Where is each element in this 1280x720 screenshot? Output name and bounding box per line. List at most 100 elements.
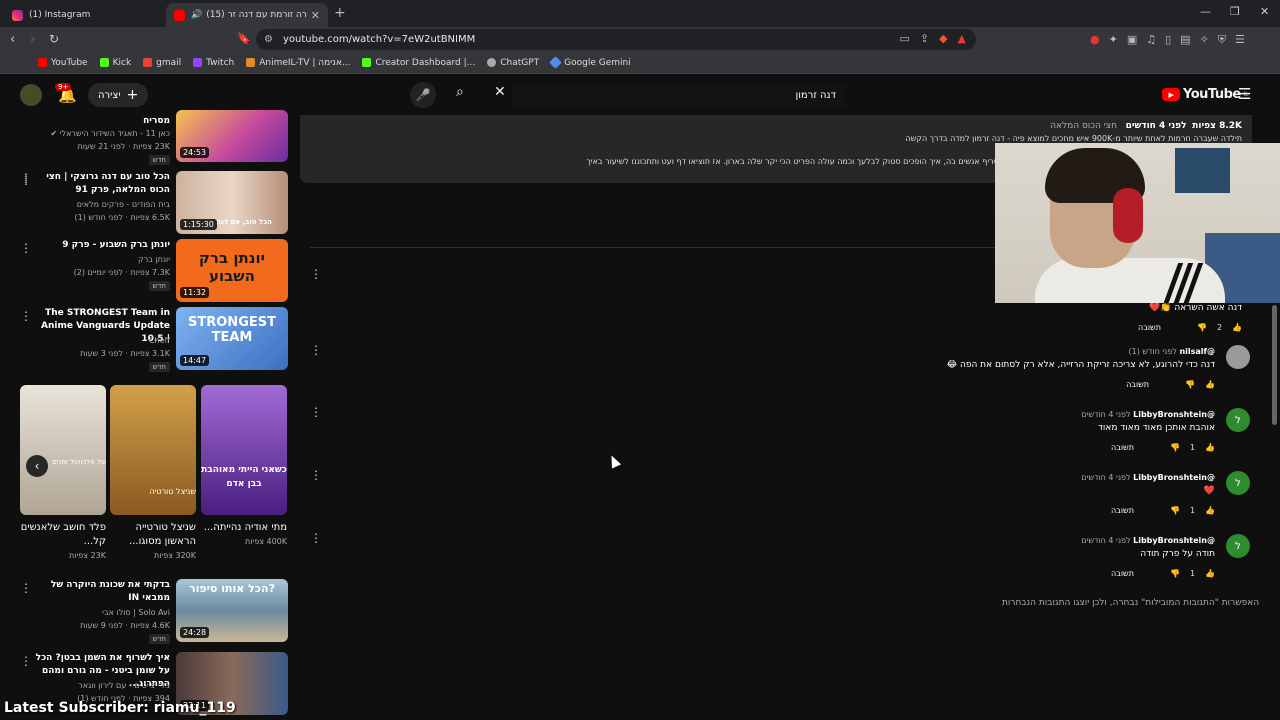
forward-icon[interactable]: ›: [30, 32, 35, 47]
search-icon[interactable]: ⌕: [456, 84, 464, 100]
clear-search-icon[interactable]: ✕: [494, 84, 506, 100]
like-icon[interactable]: 👍: [1205, 506, 1215, 515]
short-thumbnail[interactable]: כשאני הייתי מאוהבת בבן אדם: [201, 385, 287, 515]
more-options-icon[interactable]: ⋮: [310, 468, 322, 482]
bookmark-gmail[interactable]: gmail: [143, 58, 181, 68]
close-tab-icon[interactable]: ✕: [311, 9, 320, 22]
short-title[interactable]: פלד חושב שלאנשים קל...: [20, 521, 106, 549]
dislike-icon[interactable]: 👎: [1197, 323, 1207, 332]
bookmark-twitch[interactable]: Twitch: [193, 58, 234, 68]
music-icon[interactable]: ♫: [1146, 33, 1156, 47]
brave-rewards-icon[interactable]: ▲: [958, 32, 966, 45]
youtube-logo[interactable]: ▶ YouTube IL: [1162, 87, 1248, 102]
record-icon[interactable]: ●: [1090, 33, 1100, 47]
comment-author[interactable]: @LibbyBronshtein: [1133, 410, 1215, 419]
vpn-icon[interactable]: ⛨: [1218, 33, 1226, 47]
account-avatar[interactable]: [20, 84, 42, 106]
video-thumbnail[interactable]: יונתן ברק השבוע 11:32: [176, 239, 288, 302]
like-icon[interactable]: 👍: [1205, 380, 1215, 389]
like-icon[interactable]: 👍: [1232, 323, 1242, 332]
tab-instagram[interactable]: (1) Instagram: [4, 3, 164, 27]
more-options-icon[interactable]: ⋮: [310, 405, 322, 419]
short-title[interactable]: שניצל טורטייה הראשון מסוגו...: [110, 521, 196, 549]
shorts-previous-button[interactable]: ‹: [26, 455, 48, 477]
more-options-icon[interactable]: ⋮: [310, 267, 322, 281]
cast-icon[interactable]: ▭: [899, 32, 909, 45]
avatar[interactable]: [1226, 345, 1250, 369]
more-options-icon[interactable]: ⋮: [20, 309, 32, 323]
video-title[interactable]: הכל טוב עם דנה גרוצקי | חצי הכוס המלאה, …: [32, 171, 170, 197]
site-info-icon[interactable]: ⚙: [264, 34, 273, 45]
reply-button[interactable]: תשובה: [1111, 443, 1134, 452]
recommended-video[interactable]: STRONGEST TEAM 14:47 ⋮ The STRONGEST Tea…: [0, 307, 296, 375]
menu-icon[interactable]: ☰: [1235, 33, 1245, 47]
comment-author[interactable]: @LibbyBronshtein: [1133, 536, 1215, 545]
minimize-icon[interactable]: —: [1200, 5, 1211, 18]
page-scrollbar[interactable]: [1272, 305, 1277, 425]
search-input[interactable]: [512, 83, 846, 107]
share-icon[interactable]: ⇪: [920, 32, 929, 45]
channel-name[interactable]: Cheff: [149, 336, 170, 345]
back-icon[interactable]: ‹: [10, 32, 15, 47]
channel-name[interactable]: Solo Avi | סולו אבי: [102, 608, 170, 617]
bookmark-creator-dashboard[interactable]: Creator Dashboard |...: [362, 58, 475, 68]
more-options-icon[interactable]: ⋮: [310, 531, 322, 545]
like-icon[interactable]: 👍: [1205, 443, 1215, 452]
short-thumbnail[interactable]: של אלכוהול ומנים: [20, 385, 106, 515]
recommended-video[interactable]: יונתן ברק השבוע 11:32 ⋮ יונתן ברק השבוע …: [0, 239, 296, 307]
reply-button[interactable]: תשובה: [1138, 323, 1161, 332]
ai-icon[interactable]: ✧: [1200, 33, 1209, 47]
video-title[interactable]: בדקתי את שכונת היוקרה של ממבאי IN: [32, 579, 170, 605]
channel-name[interactable]: בית הפודים - פרקים מלאים: [77, 200, 170, 209]
close-window-icon[interactable]: ✕: [1260, 5, 1269, 18]
dislike-icon[interactable]: 👎: [1170, 506, 1180, 515]
avatar[interactable]: ל: [1226, 534, 1250, 558]
recommended-video[interactable]: 24:53 מסריח כאן 11 - תאגיד השידור הישראל…: [0, 110, 296, 170]
new-tab-button[interactable]: +: [334, 5, 346, 21]
recommended-video[interactable]: הכל אותו סיפור? 24:28 ⋮ בדקתי את שכונת ה…: [0, 579, 296, 647]
reply-button[interactable]: תשובה: [1111, 506, 1134, 515]
bookmark-kick[interactable]: Kick: [99, 58, 131, 68]
puzzle-icon[interactable]: ✦: [1109, 33, 1118, 47]
bookmark-animeil[interactable]: AnimeIL-TV | אנימה...: [246, 58, 350, 68]
avatar[interactable]: ל: [1226, 408, 1250, 432]
video-thumbnail[interactable]: הכל טוב, עם דנה גרוצקי 1:15:30: [176, 171, 288, 234]
reply-button[interactable]: תשובה: [1111, 569, 1134, 578]
bookmark-youtube[interactable]: YouTube: [38, 58, 88, 68]
more-options-icon[interactable]: ⋮: [310, 343, 322, 357]
dislike-icon[interactable]: 👎: [1170, 569, 1180, 578]
tab-youtube-active[interactable]: 🔊 (15) בחורה זורמת עם דנה זר... ✕: [166, 3, 328, 27]
video-title[interactable]: יונתן ברק השבוע - פרק 9: [32, 239, 170, 252]
video-thumbnail[interactable]: STRONGEST TEAM 14:47: [176, 307, 288, 370]
short-title[interactable]: מתי אודיה נהייתה...: [201, 521, 287, 535]
screenshot-icon[interactable]: ▣: [1127, 33, 1137, 47]
channel-name[interactable]: כאן 11 - תאגיד השידור הישראלי ✔: [51, 129, 171, 138]
wallet-icon[interactable]: ▤: [1180, 33, 1190, 47]
channel-name[interactable]: יונתן ברק: [138, 255, 170, 264]
more-options-icon[interactable]: ⋮: [20, 171, 32, 185]
voice-search-button[interactable]: 🎤: [410, 82, 436, 108]
like-icon[interactable]: 👍: [1205, 569, 1215, 578]
guide-menu-icon[interactable]: ☰: [1238, 85, 1251, 103]
bookmark-gemini[interactable]: Google Gemini: [549, 56, 631, 69]
comment-author[interactable]: @nilsalf: [1179, 347, 1215, 356]
channel-name[interactable]: בל׳ צייטים - עם לירון ווגאר: [78, 681, 170, 690]
avatar[interactable]: ל: [1226, 471, 1250, 495]
brave-shield-icon[interactable]: ◆: [939, 32, 947, 45]
sidebar-icon[interactable]: ▯: [1165, 33, 1171, 47]
create-button[interactable]: יצירה +: [88, 83, 149, 107]
video-thumbnail[interactable]: 24:53: [176, 110, 288, 162]
bookmark-chatgpt[interactable]: ChatGPT: [487, 58, 539, 68]
reload-icon[interactable]: ↻: [49, 32, 59, 46]
more-options-icon[interactable]: ⋮: [20, 581, 32, 595]
url-field[interactable]: ⚙ youtube.com/watch?v=7eW2utBNIMM ▭ ⇪ ◆ …: [256, 29, 976, 50]
recommended-video[interactable]: הכל טוב, עם דנה גרוצקי 1:15:30 ⋮ הכל טוב…: [0, 171, 296, 239]
reply-button[interactable]: תשובה: [1126, 380, 1149, 389]
comment-author[interactable]: @LibbyBronshtein: [1133, 473, 1215, 482]
more-options-icon[interactable]: ⋮: [20, 241, 32, 255]
more-options-icon[interactable]: ⋮: [20, 654, 32, 668]
video-thumbnail[interactable]: הכל אותו סיפור? 24:28: [176, 579, 288, 642]
video-title[interactable]: מסריח: [32, 115, 170, 128]
restore-icon[interactable]: ❐: [1230, 5, 1240, 18]
dislike-icon[interactable]: 👎: [1170, 443, 1180, 452]
